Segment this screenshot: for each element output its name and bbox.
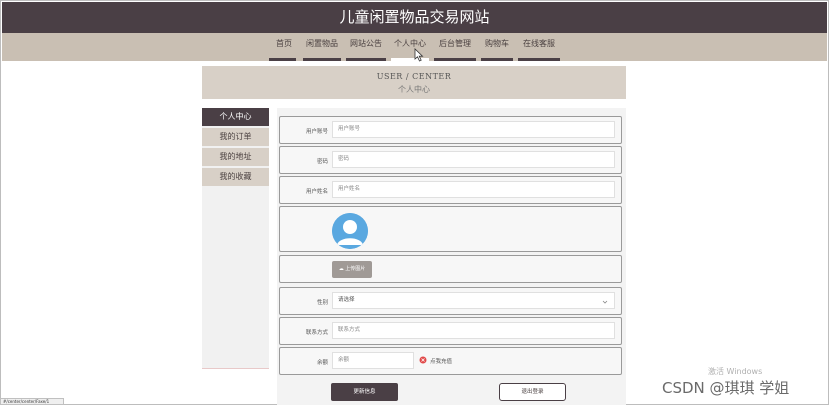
gender-select[interactable]: 请选择 bbox=[332, 292, 615, 309]
nav-item-support[interactable]: 在线客服 bbox=[518, 33, 560, 61]
nav-underline bbox=[269, 58, 296, 61]
page-banner: USER / CENTER 个人中心 bbox=[202, 66, 626, 99]
nav-underline bbox=[303, 58, 341, 61]
csdn-watermark: CSDN @琪琪 学姐 bbox=[662, 379, 790, 397]
avatar-row bbox=[279, 206, 622, 252]
update-info-button[interactable]: 更新信息 bbox=[331, 383, 398, 401]
sidebar-item-favorites[interactable]: 我的收藏 bbox=[202, 168, 269, 186]
name-input[interactable]: 用户姓名 bbox=[332, 181, 615, 198]
nav-item-cart[interactable]: 购物车 bbox=[481, 33, 513, 61]
gender-row: 性别 请选择 bbox=[279, 287, 622, 315]
password-input[interactable]: 密码 bbox=[332, 151, 615, 168]
windows-activation-watermark: 激活 Windows bbox=[708, 367, 763, 376]
nav-underline bbox=[434, 58, 476, 61]
logout-button[interactable]: 退出登录 bbox=[499, 383, 566, 401]
balance-input[interactable]: 余额 bbox=[332, 352, 414, 369]
sidebar-item-orders[interactable]: 我的订单 bbox=[202, 128, 269, 146]
nav-item-idle-goods[interactable]: 闲置物品 bbox=[303, 33, 341, 61]
nav-item-home[interactable]: 首页 bbox=[269, 33, 296, 61]
balance-label: 余额 bbox=[316, 360, 328, 366]
nav-item-label: 网站公告 bbox=[350, 39, 382, 48]
avatar-icon bbox=[332, 213, 368, 249]
nav-item-label: 个人中心 bbox=[394, 39, 426, 48]
status-bar-url: #/center/center/Faxe/1 bbox=[0, 398, 64, 405]
sidebar: 个人中心 我的订单 我的地址 我的收藏 bbox=[202, 108, 269, 369]
nav-underline bbox=[346, 58, 386, 61]
account-row: 用户账号 用户账号 bbox=[279, 116, 622, 144]
gender-select-value: 请选择 bbox=[338, 297, 355, 303]
nav-item-notices[interactable]: 网站公告 bbox=[346, 33, 386, 61]
sidebar-item-user-center[interactable]: 个人中心 bbox=[202, 108, 269, 126]
nav-item-admin[interactable]: 后台管理 bbox=[434, 33, 476, 61]
balance-row: 余额 余额 点我充值 bbox=[279, 347, 622, 375]
upload-image-button[interactable]: ☁ 上传图片 bbox=[332, 261, 372, 278]
account-label: 用户账号 bbox=[305, 129, 328, 135]
nav-item-label: 后台管理 bbox=[439, 39, 471, 48]
nav-item-label: 购物车 bbox=[485, 39, 509, 48]
name-row: 用户姓名 用户姓名 bbox=[279, 176, 622, 204]
account-input[interactable]: 用户账号 bbox=[332, 121, 615, 138]
upload-icon: ☁ bbox=[338, 266, 344, 272]
banner-title-en: USER / CENTER bbox=[376, 72, 452, 81]
chevron-down-icon bbox=[602, 300, 608, 304]
upload-row: ☁ 上传图片 bbox=[279, 255, 622, 283]
password-row: 密码 密码 bbox=[279, 146, 622, 174]
nav-underline bbox=[481, 58, 513, 61]
nav-underline bbox=[518, 58, 560, 61]
nav-item-label: 闲置物品 bbox=[306, 39, 338, 48]
name-label: 用户姓名 bbox=[305, 189, 328, 195]
contact-input[interactable]: 联系方式 bbox=[332, 322, 615, 339]
upload-label: 上传图片 bbox=[345, 266, 366, 272]
gender-label: 性别 bbox=[316, 300, 328, 306]
recharge-link[interactable]: 点我充值 bbox=[430, 357, 452, 365]
recharge-icon[interactable] bbox=[419, 356, 427, 364]
nav-item-label: 在线客服 bbox=[523, 39, 555, 48]
site-title: 儿童闲置物品交易网站 bbox=[2, 2, 827, 33]
contact-row: 联系方式 联系方式 bbox=[279, 317, 622, 345]
password-label: 密码 bbox=[316, 159, 328, 165]
nav-item-label: 首页 bbox=[276, 39, 292, 48]
cursor-icon bbox=[414, 48, 424, 62]
contact-label: 联系方式 bbox=[305, 330, 328, 336]
banner-title-zh: 个人中心 bbox=[398, 85, 430, 94]
profile-form: 用户账号 用户账号 密码 密码 用户姓名 用户姓名 ☁ 上传图片 性别 请选择 bbox=[277, 108, 626, 405]
sidebar-item-addresses[interactable]: 我的地址 bbox=[202, 148, 269, 166]
